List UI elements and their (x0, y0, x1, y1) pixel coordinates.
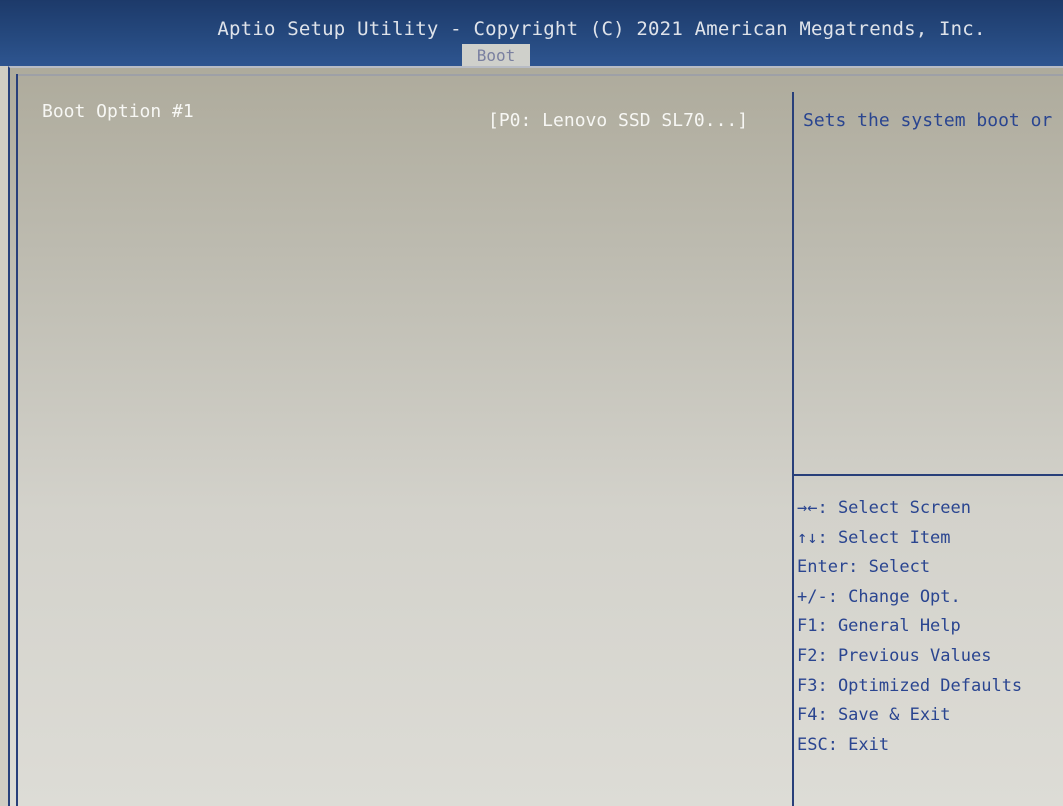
key-save-exit: F4: Save & Exit (797, 705, 951, 726)
keys-panel-divider (794, 474, 1063, 476)
header-title: Aptio Setup Utility - Copyright (C) 2021… (217, 18, 986, 40)
header-bar: Aptio Setup Utility - Copyright (C) 2021… (0, 0, 1063, 68)
key-enter-select: Enter: Select (797, 557, 931, 578)
key-esc-exit: ESC: Exit (797, 734, 890, 755)
tab-boot[interactable]: Boot (462, 44, 530, 68)
help-description: Sets the system boot or (803, 110, 1053, 131)
key-select-item: ↑↓: Select Item (797, 527, 951, 548)
key-select-screen: →←: Select Screen (797, 498, 971, 518)
frame-left-border (16, 74, 18, 806)
boot-option-1-label[interactable]: Boot Option #1 (42, 101, 194, 122)
key-legend: →←: Select Screen ↑↓: Select Item Enter:… (797, 494, 1022, 760)
frame-top-border (16, 74, 1063, 76)
key-change-opt: +/-: Change Opt. (797, 586, 961, 607)
help-panel-divider (792, 92, 794, 806)
boot-option-1-value[interactable]: [P0: Lenovo SSD SL70...] (488, 110, 748, 131)
key-optimized-defaults: F3: Optimized Defaults (797, 675, 1023, 696)
key-previous-values: F2: Previous Values (797, 645, 992, 666)
key-general-help: F1: General Help (797, 616, 961, 637)
